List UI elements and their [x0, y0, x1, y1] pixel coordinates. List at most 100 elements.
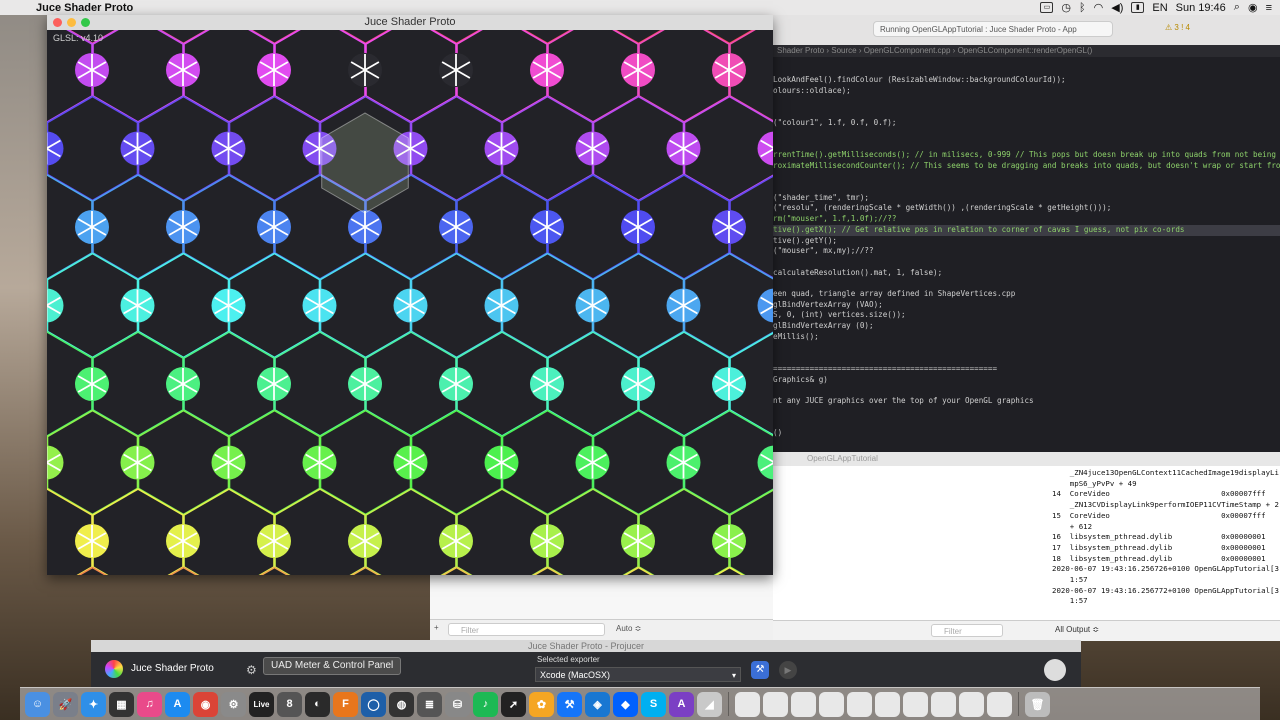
code-line[interactable] — [773, 171, 1280, 182]
breadcrumb-item[interactable]: OpenGLComponent.cpp — [864, 46, 951, 55]
code-line[interactable] — [773, 278, 1280, 289]
code-line[interactable]: glBindVertexArray (0); — [773, 321, 1280, 332]
dock-doc-9-icon[interactable] — [959, 691, 984, 717]
dock-doc-1-icon[interactable] — [735, 691, 760, 717]
menu-icon[interactable]: ≡ — [1266, 2, 1272, 14]
code-line[interactable]: eMillis(); — [773, 332, 1280, 343]
code-line[interactable]: LookAndFeel().findColour (ResizableWindo… — [773, 75, 1280, 86]
code-line[interactable] — [773, 343, 1280, 354]
code-editor[interactable]: LookAndFeel().findColour (ResizableWindo… — [773, 57, 1280, 439]
dock-disk-utility-icon[interactable]: ⛁ — [445, 691, 470, 717]
code-line[interactable]: ("resolu", (renderingScale * getWidth())… — [773, 203, 1280, 214]
dock-doc-7-icon[interactable] — [903, 691, 928, 717]
wifi-icon[interactable]: ◠ — [1094, 1, 1104, 14]
time-machine-icon[interactable]: ◷ — [1061, 1, 1071, 14]
dock-davinci-icon[interactable]: ◍ — [389, 691, 414, 717]
volume-icon[interactable]: ◀) — [1111, 1, 1123, 14]
build-run-button[interactable]: ▶ — [779, 661, 797, 679]
code-line[interactable]: tive().getX(); // Get relative pos in re… — [773, 224, 1280, 236]
code-line[interactable] — [773, 107, 1280, 118]
dock-ableton-live-icon[interactable]: Live — [249, 691, 274, 717]
dock-doc-8-icon[interactable] — [931, 691, 956, 717]
bluetooth-icon[interactable]: ᛒ — [1079, 2, 1086, 14]
flag-icon[interactable]: EN — [1152, 2, 1167, 14]
code-line[interactable] — [773, 407, 1280, 418]
code-line[interactable]: ("shader_time", tmr); — [773, 193, 1280, 204]
dock-trash-icon[interactable]: 🗑 — [1025, 691, 1050, 717]
dock-system-preferences-icon[interactable]: ⚙ — [221, 691, 246, 717]
dock-skype-icon[interactable]: S — [641, 691, 666, 717]
code-line[interactable] — [773, 385, 1280, 396]
open-in-ide-button[interactable]: ⚒ — [751, 661, 769, 679]
dock-instruments-icon[interactable]: ◈ — [585, 691, 610, 717]
code-line[interactable]: tive().getY(); — [773, 236, 1280, 247]
dock-doc-4-icon[interactable] — [819, 691, 844, 717]
code-line[interactable] — [773, 353, 1280, 364]
variables-filter-input[interactable]: Filter — [448, 623, 605, 636]
search-icon[interactable]: ⌕ — [1234, 1, 1240, 14]
breadcrumb[interactable]: Shader Proto › Source › OpenGLComponent.… — [773, 45, 1280, 57]
shader-canvas[interactable]: GLSL: v4.10 — [47, 30, 773, 575]
code-line[interactable]: () — [773, 428, 1280, 439]
clock[interactable]: Sun 19:46 — [1176, 2, 1226, 14]
siri-icon[interactable]: ◉ — [1248, 1, 1258, 14]
code-line[interactable]: Graphics& g) — [773, 375, 1280, 386]
dock-doc-5-icon[interactable] — [847, 691, 872, 717]
battery-icon[interactable]: ▮ — [1131, 2, 1145, 13]
code-line[interactable] — [773, 129, 1280, 140]
code-line[interactable]: S, 0, (int) vertices.size()); — [773, 310, 1280, 321]
dock-circle-app-icon[interactable]: ◯ — [361, 691, 386, 717]
breadcrumb-item[interactable]: OpenGLComponent::renderOpenGL() — [958, 46, 1093, 55]
dock-finder-icon[interactable]: ☺ — [25, 691, 50, 717]
window-titlebar[interactable]: Juce Shader Proto — [47, 15, 773, 30]
dock-doc-2-icon[interactable] — [763, 691, 788, 717]
dock-uad-meter-icon[interactable]: ◐ — [305, 691, 330, 717]
code-line[interactable] — [773, 139, 1280, 150]
code-line[interactable]: nt any JUCE graphics over the top of you… — [773, 396, 1280, 407]
avatar[interactable] — [1044, 659, 1066, 681]
variables-view[interactable] — [773, 466, 1050, 620]
code-line[interactable]: een quad, triangle array defined in Shap… — [773, 289, 1280, 300]
exporter-select[interactable]: Xcode (MacOSX) ▾ — [535, 667, 741, 682]
code-line[interactable]: ("mouser", mx,my);//?? — [773, 246, 1280, 257]
dock-notes-app-icon[interactable]: ≣ — [417, 691, 442, 717]
all-output-select[interactable]: All Output ≎ — [1055, 625, 1099, 634]
code-line[interactable] — [773, 96, 1280, 107]
dock-xcode-icon[interactable]: ⚒ — [557, 691, 582, 717]
gear-icon[interactable]: ⚙ — [246, 663, 257, 677]
dock-chrome-icon[interactable]: ◉ — [193, 691, 218, 717]
add-icon[interactable]: + — [434, 623, 439, 632]
zoom-icon[interactable] — [81, 18, 90, 27]
code-line[interactable]: roximateMillisecondCounter(); // This se… — [773, 161, 1280, 172]
debug-target[interactable]: OpenGLAppTutorial — [807, 454, 878, 463]
dock-fmod-icon[interactable]: F — [333, 691, 358, 717]
code-line[interactable]: glBindVertexArray (VAO); — [773, 300, 1280, 311]
dock-dropbox-icon[interactable]: ◆ — [613, 691, 638, 717]
dock-itunes-icon[interactable]: ♫ — [137, 691, 162, 717]
code-line[interactable]: olours::oldlace); — [773, 86, 1280, 97]
minimize-icon[interactable] — [67, 18, 76, 27]
dock-safari-icon[interactable]: ✦ — [81, 691, 106, 717]
display-icon[interactable]: ▭ — [1040, 2, 1054, 13]
breadcrumb-item[interactable]: Shader Proto — [777, 46, 824, 55]
dock-gear-app-icon[interactable]: 8 — [277, 691, 302, 717]
dock-doc-3-icon[interactable] — [791, 691, 816, 717]
code-line[interactable]: rm("mouser", 1.f,1.0f);//?? — [773, 214, 1280, 225]
dock-doc-10-icon[interactable] — [987, 691, 1012, 717]
code-line[interactable]: calculateResolution().mat, 1, false); — [773, 268, 1280, 279]
dock-preview-icon[interactable]: ◢ — [697, 691, 722, 717]
code-line[interactable] — [773, 257, 1280, 268]
dock-arrow-app-icon[interactable]: ➚ — [501, 691, 526, 717]
code-line[interactable] — [773, 182, 1280, 193]
dock-calculator-widget-icon[interactable]: ▦ — [109, 691, 134, 717]
dock-launchpad-icon[interactable]: 🚀 — [53, 691, 78, 717]
dock-affinity-icon[interactable]: A — [669, 691, 694, 717]
dock-app-store-icon[interactable]: A — [165, 691, 190, 717]
dock-doc-6-icon[interactable] — [875, 691, 900, 717]
auto-select[interactable]: Auto ≎ — [616, 624, 641, 633]
code-line[interactable]: ========================================… — [773, 364, 1280, 375]
projucer-titlebar[interactable]: Juce Shader Proto - Projucer — [91, 640, 1081, 652]
code-line[interactable]: ("colour1", 1.f, 0.f, 0.f); — [773, 118, 1280, 129]
dock-spotify-icon[interactable]: ♪ — [473, 691, 498, 717]
menubar-app-name[interactable]: Juce Shader Proto — [36, 2, 133, 14]
